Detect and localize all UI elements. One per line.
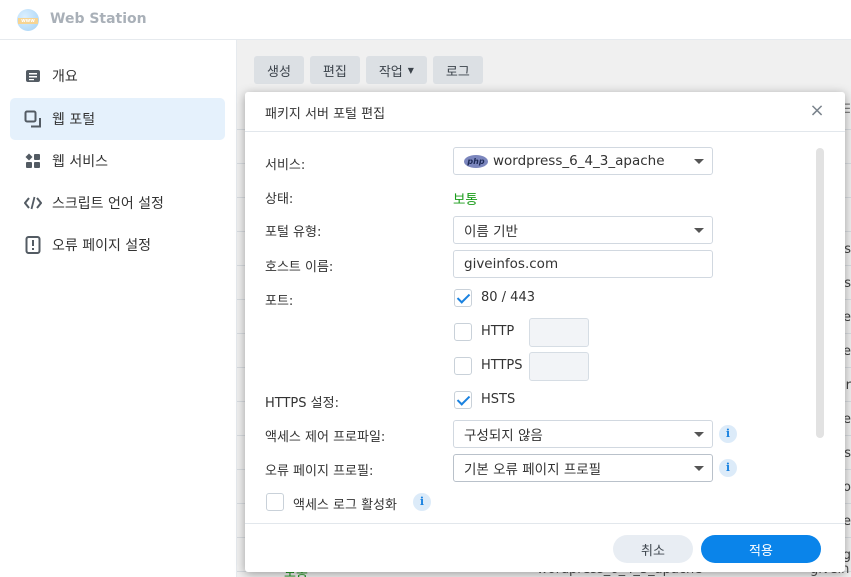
sidebar-item-label: 오류 페이지 설정	[52, 238, 152, 254]
port-http-checkbox[interactable]	[454, 323, 472, 341]
port-https-input[interactable]	[529, 352, 589, 381]
port-http-input[interactable]	[529, 318, 589, 347]
overview-icon	[24, 67, 42, 85]
hsts-checkbox[interactable]	[454, 391, 472, 409]
sidebar-item-label: 웹 서비스	[52, 154, 108, 170]
info-icon[interactable]: i	[413, 493, 431, 511]
php-icon: php	[464, 154, 488, 168]
sidebar-item-overview[interactable]: 개요	[10, 55, 225, 97]
hostname-input[interactable]: giveinfos.com	[453, 250, 713, 278]
access-log-label: 액세스 로그 활성화	[293, 498, 397, 513]
https-settings-label: HTTPS 설정:	[265, 396, 339, 411]
code-icon	[24, 194, 42, 212]
error-page-profile-label: 오류 페이지 프로필:	[265, 464, 374, 479]
hostname-label: 호스트 이름:	[265, 260, 334, 275]
port-https-label: HTTPS	[481, 358, 523, 373]
app-header: www Web Station	[0, 0, 851, 40]
port-label: 포트:	[265, 294, 294, 309]
dialog-footer: 취소 적용	[245, 523, 845, 572]
error-page-profile-value: 기본 오류 페이지 프로필	[464, 462, 602, 478]
sidebar: 개요 웹 포털 웹 서비스 스크립트 언어 설정 오류 페이지 설정	[0, 40, 237, 577]
sidebar-item-script-language[interactable]: 스크립트 언어 설정	[10, 182, 225, 224]
port-https-checkbox[interactable]	[454, 357, 472, 375]
web-service-icon	[24, 152, 42, 170]
port-default-checkbox[interactable]	[454, 289, 472, 307]
sidebar-item-label: 스크립트 언어 설정	[52, 196, 164, 212]
status-label: 상태:	[265, 192, 294, 207]
chevron-down-icon	[694, 466, 704, 471]
info-icon[interactable]: i	[719, 459, 737, 477]
status-value: 보통	[453, 192, 478, 208]
port-http-label: HTTP	[481, 324, 515, 339]
sidebar-item-web-portal[interactable]: 웹 포털	[10, 98, 225, 140]
dialog-body: 서비스: php wordpress_6_4_3_apache 상태: 보통 포…	[245, 133, 845, 523]
hsts-label: HSTS	[481, 392, 516, 407]
access-control-value: 구성되지 않음	[464, 428, 543, 444]
chevron-down-icon	[694, 432, 704, 437]
sidebar-item-error-page[interactable]: 오류 페이지 설정	[10, 224, 225, 266]
port-default-label: 80 / 443	[481, 290, 535, 305]
close-icon[interactable]: ×	[807, 101, 827, 121]
web-station-app: www Web Station 개요 웹 포털 웹 서비스 스크립트 언어 설정…	[0, 0, 851, 577]
info-icon[interactable]: i	[719, 425, 737, 443]
sidebar-item-web-service[interactable]: 웹 서비스	[10, 140, 225, 182]
web-portal-icon	[24, 110, 42, 128]
access-control-label: 액세스 제어 프로파일:	[265, 430, 386, 445]
sidebar-item-label: 웹 포털	[52, 112, 96, 128]
app-title: Web Station	[50, 11, 147, 27]
service-label: 서비스:	[265, 158, 306, 173]
error-page-profile-select[interactable]: 기본 오류 페이지 프로필	[453, 454, 713, 482]
web-station-logo-icon: www	[17, 9, 39, 31]
portal-type-select[interactable]: 이름 기반	[453, 216, 713, 244]
chevron-down-icon	[694, 159, 704, 164]
apply-button[interactable]: 적용	[701, 535, 821, 563]
error-page-icon	[24, 236, 42, 254]
sidebar-item-label: 개요	[52, 69, 78, 85]
chevron-down-icon	[694, 228, 704, 233]
service-value: wordpress_6_4_3_apache	[493, 153, 665, 169]
dialog-title: 패키지 서버 포털 편집	[265, 107, 386, 122]
cancel-button[interactable]: 취소	[613, 535, 693, 563]
portal-type-label: 포털 유형:	[265, 225, 322, 240]
service-select[interactable]: php wordpress_6_4_3_apache	[453, 147, 713, 175]
dialog-header: 패키지 서버 포털 편집 ×	[245, 92, 845, 132]
access-control-select[interactable]: 구성되지 않음	[453, 420, 713, 448]
portal-type-value: 이름 기반	[464, 224, 518, 240]
access-log-checkbox[interactable]	[266, 493, 284, 511]
scrollbar[interactable]	[816, 148, 824, 438]
edit-portal-dialog: 패키지 서버 포털 편집 × 서비스: php wordpress_6_4_3_…	[245, 92, 845, 572]
